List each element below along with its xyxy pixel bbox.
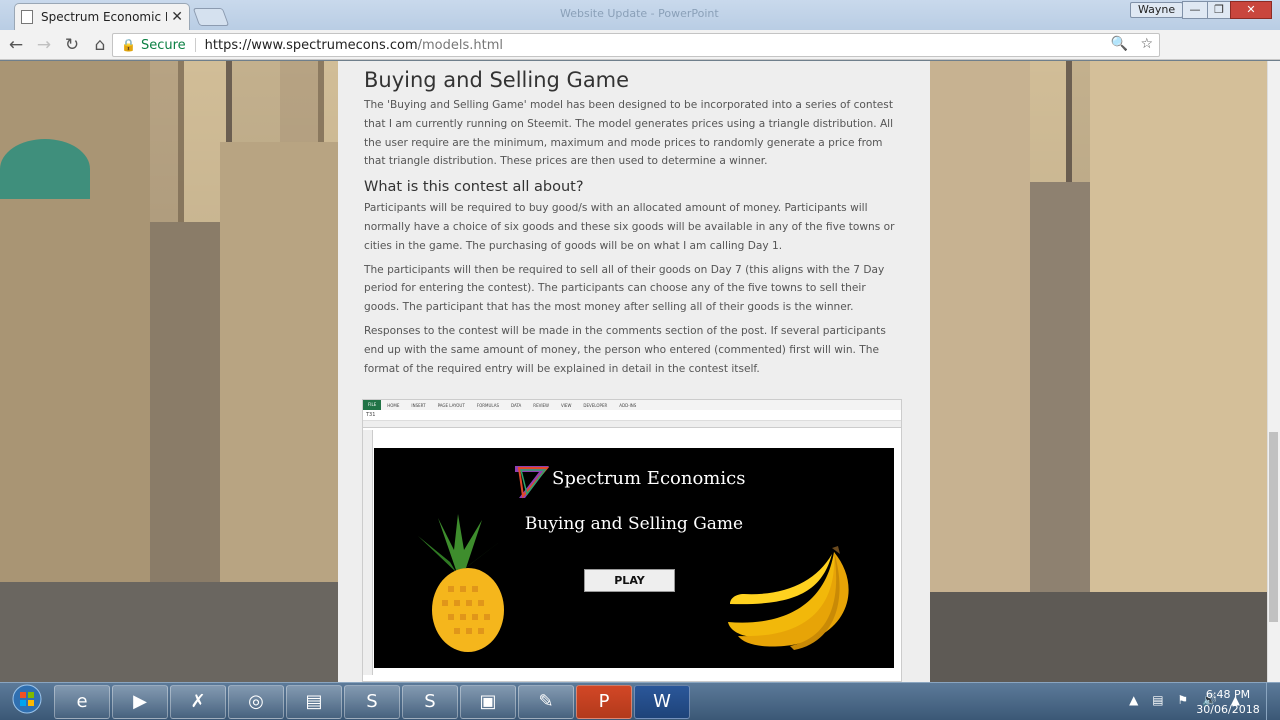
play-button: PLAY bbox=[584, 569, 675, 592]
excel-column-headers bbox=[363, 421, 901, 428]
spectrum-logo-icon bbox=[515, 466, 550, 499]
excel-tab: ADD-INS bbox=[619, 402, 637, 408]
home-icon[interactable]: ⌂ bbox=[88, 33, 112, 57]
address-bar[interactable]: 🔒 Secure https://www.spectrumecons.com /… bbox=[112, 33, 1160, 57]
excel-tab: DEVELOPER bbox=[583, 402, 608, 408]
excel-tab: FORMULAS bbox=[476, 402, 499, 408]
excel-screenshot-image: FILE HOME INSERT PAGE LAYOUT FORMULAS DA… bbox=[362, 399, 902, 682]
url-host: https://www.spectrumecons.com bbox=[204, 37, 418, 53]
tab-strip: Spectrum Economic Mod ✕ Website Update -… bbox=[0, 0, 1280, 30]
excel-tab: REVIEW bbox=[533, 402, 550, 408]
url-path: /models.html bbox=[417, 37, 504, 53]
window-caption: Website Update - PowerPoint bbox=[560, 7, 719, 20]
background-dome bbox=[0, 139, 90, 199]
network-icon[interactable]: ▤ bbox=[1152, 693, 1163, 707]
tab-title: Spectrum Economic Mod bbox=[41, 10, 167, 24]
background-rooftops bbox=[0, 582, 338, 682]
background-building bbox=[930, 61, 1030, 682]
paragraph: Responses to the contest will be made in… bbox=[364, 324, 886, 375]
background-building bbox=[1090, 61, 1267, 682]
remote-desktop-icon[interactable]: ▣ bbox=[460, 685, 516, 719]
bookmark-star-icon[interactable]: ☆ bbox=[1140, 36, 1153, 52]
excel-tab: HOME bbox=[387, 402, 400, 408]
file-explorer-icon[interactable]: ▤ bbox=[286, 685, 342, 719]
powerpoint-icon[interactable]: P bbox=[576, 685, 632, 719]
excel-tab: VIEW bbox=[561, 402, 572, 408]
article-intro: The 'Buying and Selling Game' model has … bbox=[364, 99, 894, 168]
excel-row-headers bbox=[363, 430, 373, 675]
paragraph: The participants will then be required t… bbox=[364, 263, 885, 314]
clock-date: 30/06/2018 bbox=[1196, 703, 1260, 716]
page-icon bbox=[21, 10, 33, 24]
excel-tab: FILE bbox=[363, 400, 382, 410]
tray-expand-icon[interactable]: ▲ bbox=[1129, 693, 1138, 707]
background-rooftops bbox=[930, 592, 1267, 682]
chrome-icon[interactable]: ◎ bbox=[228, 685, 284, 719]
browser-toolbar: ← → ↻ ⌂ 🔒 Secure https://www.spectrumeco… bbox=[0, 30, 1280, 84]
excel-cell-ref: T31 bbox=[366, 412, 376, 418]
excel-tab: PAGE LAYOUT bbox=[437, 402, 465, 408]
forward-icon[interactable]: → bbox=[32, 33, 56, 57]
taskbar: e ▶ ✗ ◎ ▤ S S ▣ ✎ P W ▲ ▤ ⚑ 🔊 ▲ 6:48 PM … bbox=[0, 682, 1280, 720]
banana-icon bbox=[728, 546, 849, 650]
minimize-button[interactable]: — bbox=[1182, 1, 1208, 19]
back-icon[interactable]: ← bbox=[4, 33, 28, 57]
browser-tab[interactable]: Spectrum Economic Mod ✕ bbox=[14, 3, 190, 30]
new-tab-button[interactable] bbox=[192, 8, 230, 26]
flag-icon[interactable]: ⚑ bbox=[1177, 693, 1188, 707]
close-tab-icon[interactable]: ✕ bbox=[171, 9, 183, 25]
reload-icon[interactable]: ↻ bbox=[60, 33, 84, 57]
clock-time: 6:48 PM bbox=[1205, 688, 1251, 701]
excel-tab: INSERT bbox=[411, 402, 426, 408]
game-canvas: Spectrum Economics Buying and Selling Ga… bbox=[374, 448, 894, 668]
excel-ribbon: FILE HOME INSERT PAGE LAYOUT FORMULAS DA… bbox=[363, 400, 901, 410]
skype-business-icon[interactable]: S bbox=[402, 685, 458, 719]
skype-icon[interactable]: S bbox=[344, 685, 400, 719]
lock-icon: 🔒 bbox=[121, 38, 136, 52]
divider bbox=[194, 38, 196, 52]
section-heading: What is this contest all about? bbox=[364, 179, 584, 196]
media-player-icon[interactable]: ▶ bbox=[112, 685, 168, 719]
excel-tab: DATA bbox=[510, 402, 522, 408]
secure-label: Secure bbox=[140, 37, 186, 53]
windows-logo-icon bbox=[12, 684, 42, 714]
start-button[interactable] bbox=[3, 684, 51, 720]
paragraph: Participants will be required to buy goo… bbox=[364, 202, 895, 252]
page-viewport: Buying and Selling Game The 'Buying and … bbox=[0, 61, 1267, 682]
paint-icon[interactable]: ✎ bbox=[518, 685, 574, 719]
excel-formula-bar: T31 bbox=[363, 410, 901, 421]
internet-explorer-icon[interactable]: e bbox=[54, 685, 110, 719]
snipping-tool-icon[interactable]: ✗ bbox=[170, 685, 226, 719]
game-title: Spectrum Economics bbox=[552, 468, 746, 489]
user-profile-button[interactable]: Wayne bbox=[1130, 2, 1184, 18]
close-window-button[interactable]: ✕ bbox=[1230, 1, 1272, 19]
scrollbar-thumb[interactable] bbox=[1269, 432, 1278, 622]
word-icon[interactable]: W bbox=[634, 685, 690, 719]
show-desktop-button[interactable] bbox=[1266, 683, 1280, 720]
clock[interactable]: 6:48 PM 30/06/2018 bbox=[1196, 687, 1260, 717]
pineapple-icon bbox=[418, 514, 504, 652]
article-title: Buying and Selling Game bbox=[364, 68, 630, 92]
maximize-button[interactable]: ❐ bbox=[1207, 1, 1231, 19]
zoom-icon[interactable]: 🔍 bbox=[1111, 36, 1128, 52]
